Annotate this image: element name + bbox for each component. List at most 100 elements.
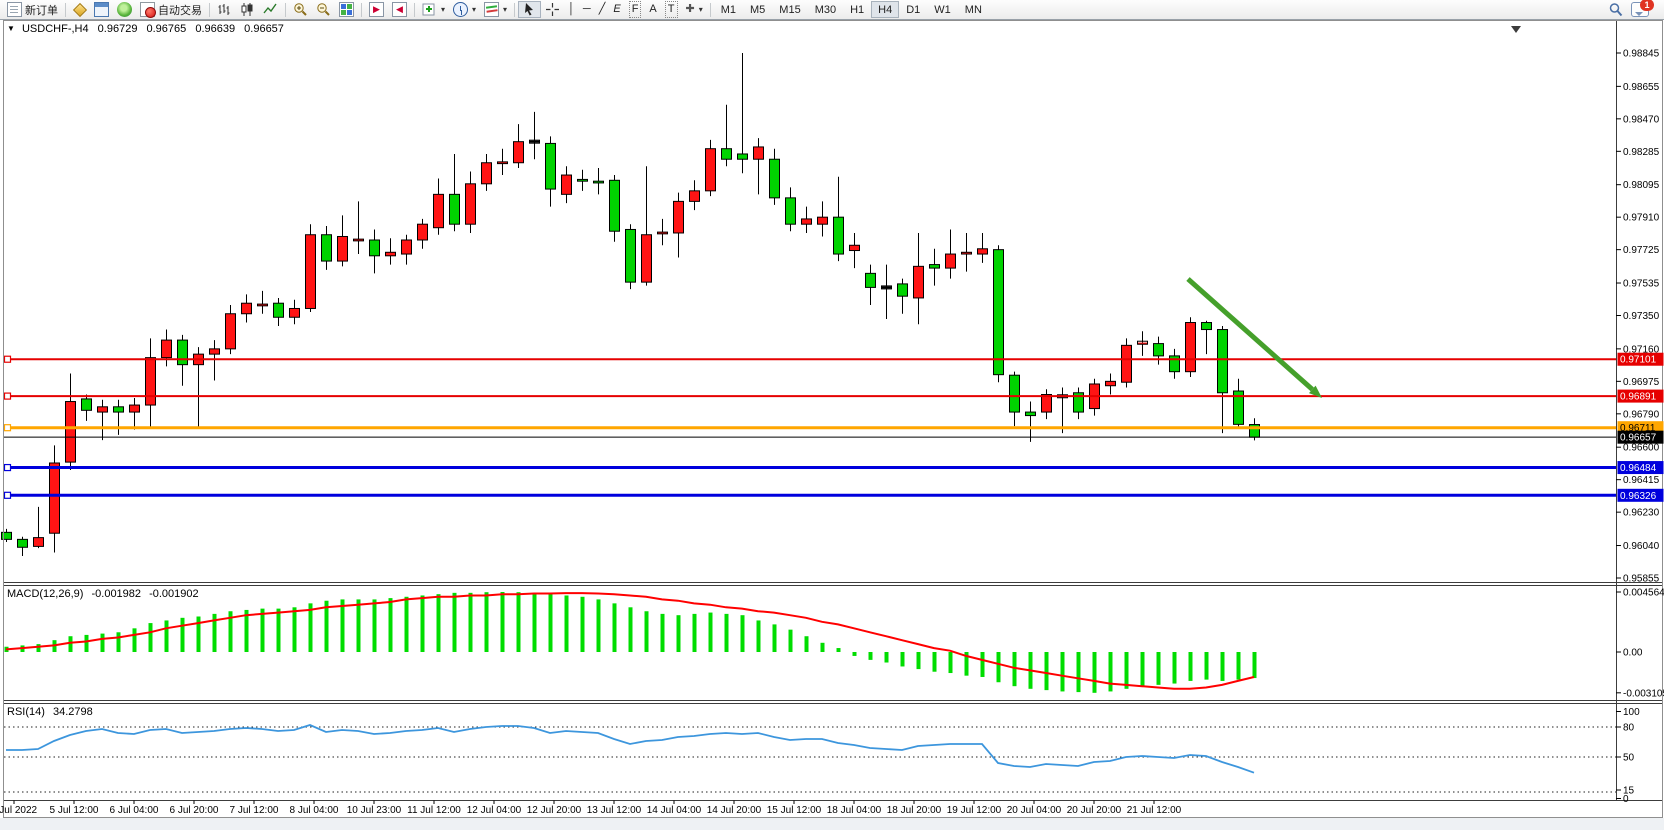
crosshair-tool-button[interactable] [541, 1, 564, 18]
timeframe-d1-button[interactable]: D1 [899, 1, 927, 18]
arrange-icon: ▶ [369, 2, 384, 17]
candle-body [306, 235, 316, 309]
candle-body [402, 240, 412, 254]
candle-body [738, 154, 748, 159]
hline-handle[interactable] [5, 465, 11, 471]
vertical-line-tool-button[interactable]: │ [564, 1, 579, 18]
rsi-axis-label: 0 [1623, 794, 1629, 805]
period-button[interactable]: ▾ [449, 1, 480, 18]
time-axis-label: 7 Jul 12:00 [230, 805, 279, 816]
template-button[interactable]: ▾ [480, 1, 511, 18]
candle-body [146, 358, 156, 405]
macd-histogram-bar [1253, 652, 1257, 678]
new-chart-button[interactable]: ▾ [418, 1, 449, 18]
time-axis-label: 18 Jul 20:00 [887, 805, 942, 816]
zoom-in-button[interactable] [289, 1, 312, 18]
toolbar-separator [361, 3, 362, 17]
price-axis-label: 0.98655 [1623, 82, 1660, 93]
price-axis-badge-label: 0.96891 [1620, 392, 1657, 403]
candle-body [258, 304, 268, 306]
time-axis-label: 19 Jul 12:00 [947, 805, 1002, 816]
clock-icon [453, 2, 468, 17]
candle-body [178, 340, 188, 365]
toolbar-separator [514, 3, 515, 17]
candle-body [450, 194, 460, 224]
macd-histogram-bar [85, 635, 89, 652]
metaeditor-button[interactable] [69, 1, 90, 18]
macd-histogram-bar [1173, 652, 1177, 684]
bar-chart-button[interactable] [213, 1, 236, 18]
horizontal-line-tool-button[interactable]: ─ [579, 1, 595, 18]
arrows-tool-button[interactable]: ✚ ▾ [682, 1, 707, 18]
price-axis-badge-label: 0.96484 [1620, 463, 1657, 474]
candle-body [66, 402, 76, 463]
line-chart-button[interactable] [259, 1, 282, 18]
horizontal-line-icon: ─ [583, 2, 591, 17]
hline-handle[interactable] [5, 393, 11, 399]
macd-histogram-bar [1093, 652, 1097, 693]
hline-handle[interactable] [5, 425, 11, 431]
market-watch-button[interactable] [90, 1, 113, 18]
timeframe-m5-button[interactable]: M5 [743, 1, 772, 18]
macd-histogram-bar [885, 652, 889, 663]
timeframe-h1-button[interactable]: H1 [843, 1, 871, 18]
timeframe-m1-button[interactable]: M1 [714, 1, 743, 18]
notifications-button[interactable]: 1 [1627, 1, 1653, 18]
auto-arrange-button[interactable]: ▶ [365, 1, 388, 18]
search-button[interactable] [1604, 1, 1627, 18]
channel-tool-button[interactable]: E [609, 1, 624, 18]
timeframe-h4-button[interactable]: H4 [871, 1, 899, 18]
candle-body [354, 239, 364, 241]
macd-histogram-bar [1141, 652, 1145, 686]
macd-histogram-bar [485, 592, 489, 652]
timeframe-m30-button[interactable]: M30 [808, 1, 843, 18]
fibonacci-tool-button[interactable]: F [625, 1, 646, 18]
zoom-out-button[interactable] [312, 1, 335, 18]
arrow-objects-icon: ✚ [686, 2, 695, 17]
label-tool-button[interactable]: T [661, 1, 682, 18]
new-order-button[interactable]: 新订单 [3, 1, 62, 18]
candlestick-chart-button[interactable] [236, 1, 259, 18]
auto-trading-label: 自动交易 [158, 2, 202, 18]
time-axis-label: 13 Jul 12:00 [587, 805, 642, 816]
toolbar-separator [710, 3, 711, 17]
candlestick-icon [240, 2, 255, 17]
time-axis-label: 4 Jul 2022 [0, 805, 38, 816]
chart-background [4, 20, 1664, 818]
timeframe-w1-button[interactable]: W1 [927, 1, 958, 18]
price-axis-label: 0.97725 [1623, 245, 1660, 256]
macd-histogram-bar [341, 599, 345, 652]
tile-windows-button[interactable] [335, 1, 358, 18]
macd-histogram-bar [1237, 652, 1241, 680]
hline-handle[interactable] [5, 492, 11, 498]
candle-body [658, 232, 668, 234]
candle-body [1186, 323, 1196, 372]
macd-histogram-bar [373, 599, 377, 652]
candle-body [1154, 344, 1164, 356]
candle-body [994, 250, 1004, 375]
timeframe-mn-button[interactable]: MN [958, 1, 989, 18]
signals-button[interactable] [113, 1, 136, 18]
macd-histogram-bar [981, 652, 985, 677]
timeframe-m15-button[interactable]: M15 [772, 1, 807, 18]
signal-icon [117, 2, 132, 17]
macd-histogram-bar [69, 636, 73, 652]
macd-histogram-bar [901, 652, 905, 666]
macd-histogram-bar [837, 648, 841, 652]
candle-body [930, 265, 940, 269]
hline-handle[interactable] [5, 356, 11, 362]
toolbar-separator [414, 3, 415, 17]
auto-trading-button[interactable]: 自动交易 [136, 1, 206, 18]
candle-body [674, 201, 684, 233]
price-axis-badge-label: 0.96326 [1620, 491, 1657, 502]
candle-body [978, 249, 988, 254]
caret-down-icon: ▾ [503, 5, 507, 14]
macd-histogram-bar [421, 595, 425, 652]
text-tool-button[interactable]: A [645, 1, 660, 18]
cursor-tool-button[interactable] [518, 1, 541, 18]
macd-histogram-bar [1077, 652, 1081, 692]
cascade-button[interactable]: ◀ [388, 1, 411, 18]
macd-axis-label: 0.004564 [1623, 588, 1664, 599]
price-chart-canvas[interactable]: 0.988450.986550.984700.982850.980950.979… [0, 0, 1664, 830]
trendline-tool-button[interactable]: ╱ [595, 1, 610, 18]
